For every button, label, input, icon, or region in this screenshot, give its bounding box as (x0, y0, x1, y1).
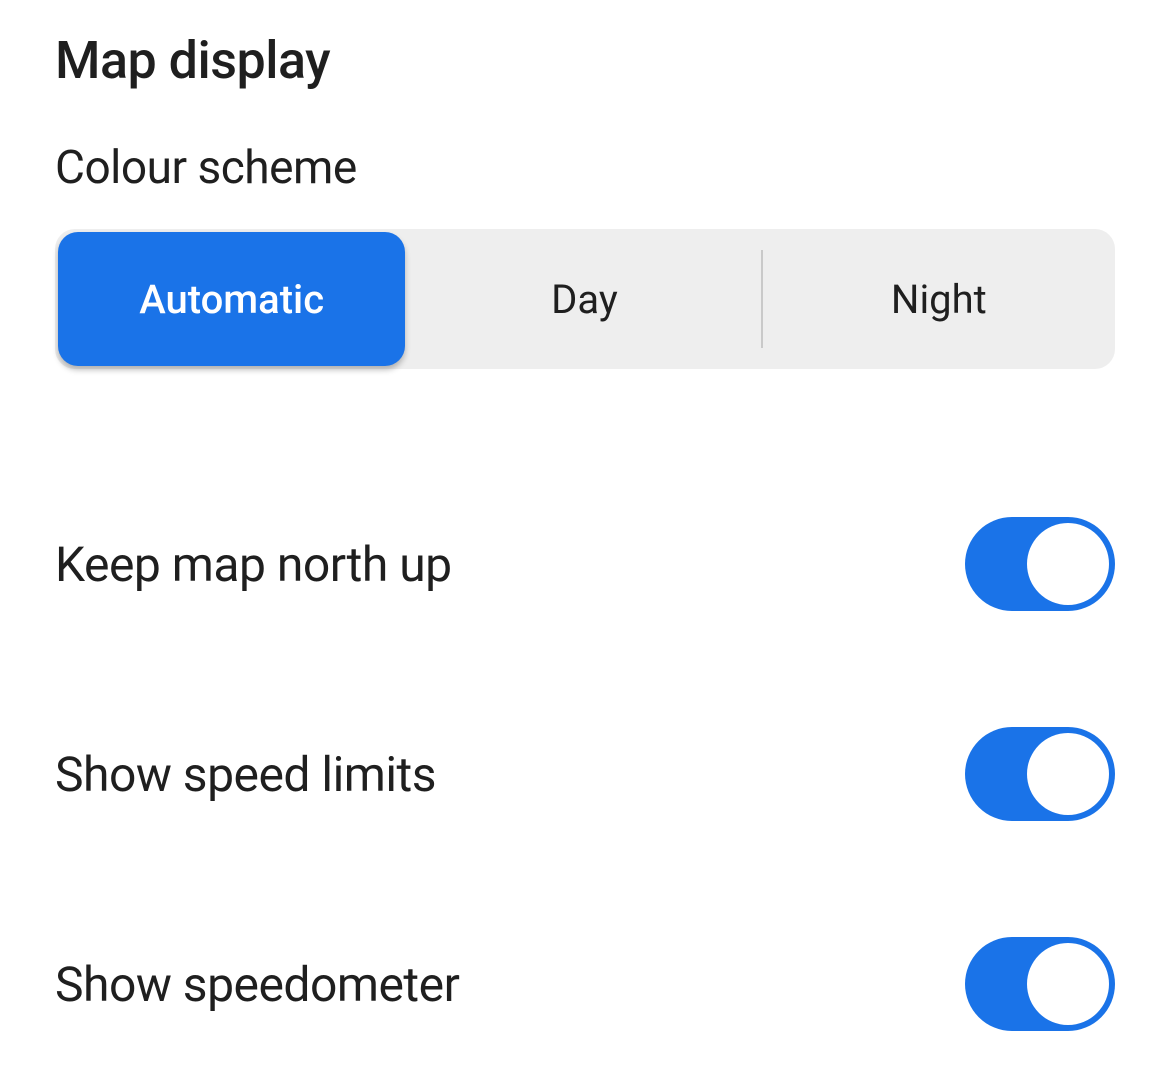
segment-automatic[interactable]: Automatic (58, 232, 405, 366)
map-display-settings: Map display Colour scheme Automatic Day … (0, 0, 1170, 1089)
keep-north-up-label: Keep map north up (55, 536, 452, 593)
show-speedometer-label: Show speedometer (55, 956, 459, 1013)
segment-day[interactable]: Day (408, 229, 760, 369)
show-speed-limits-toggle[interactable] (965, 727, 1115, 821)
toggle-knob (1027, 523, 1109, 605)
colour-scheme-label: Colour scheme (55, 141, 1115, 195)
segment-night[interactable]: Night (763, 229, 1115, 369)
toggle-knob (1027, 733, 1109, 815)
setting-row-show-speedometer: Show speedometer (55, 879, 1115, 1089)
show-speed-limits-label: Show speed limits (55, 746, 436, 803)
setting-row-show-speed-limits: Show speed limits (55, 669, 1115, 879)
show-speedometer-toggle[interactable] (965, 937, 1115, 1031)
section-title: Map display (55, 30, 1115, 91)
colour-scheme-segmented[interactable]: Automatic Day Night (55, 229, 1115, 369)
setting-row-keep-north-up: Keep map north up (55, 459, 1115, 669)
toggle-knob (1027, 943, 1109, 1025)
keep-north-up-toggle[interactable] (965, 517, 1115, 611)
